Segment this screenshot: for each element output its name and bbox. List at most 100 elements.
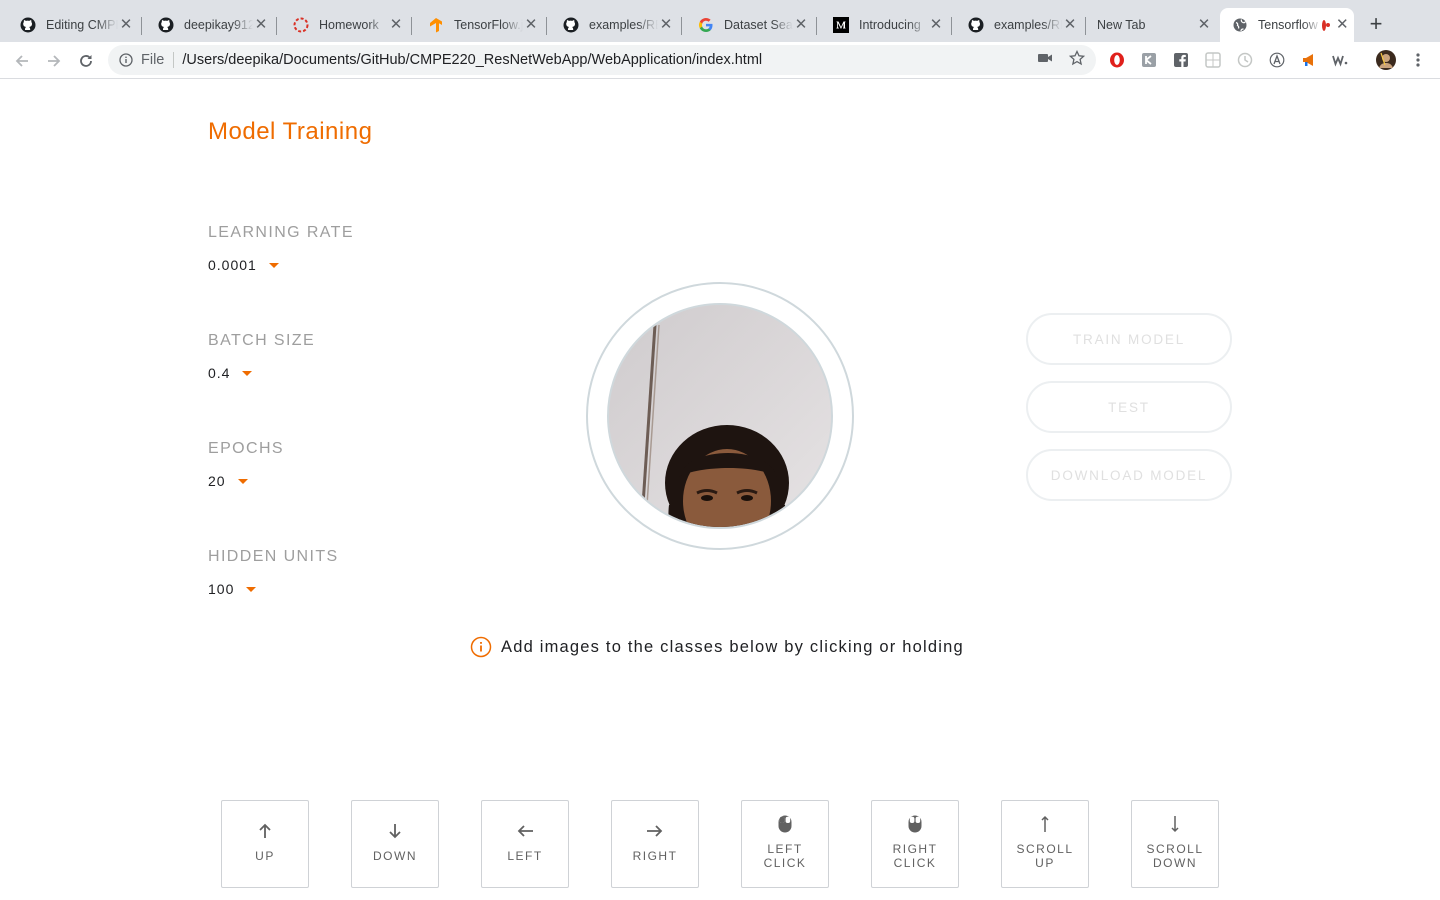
instructions-hint: Add images to the classes below by click… — [470, 636, 964, 658]
tab-editing-cmpe[interactable]: Editing CMPE220 ✕ — [4, 8, 142, 42]
dropdown-caret-icon — [246, 587, 257, 592]
avatar[interactable] — [1376, 50, 1396, 70]
forward-button[interactable] — [43, 50, 65, 72]
facebook-extension-icon[interactable] — [1172, 51, 1190, 69]
tab-title: Editing CMPE220 — [46, 18, 118, 32]
class-down-button[interactable]: DOWN — [351, 800, 439, 888]
info-icon — [470, 636, 492, 658]
kami-extension-icon[interactable] — [1140, 51, 1158, 69]
class-right-click-button[interactable]: RIGHT CLICK — [871, 800, 959, 888]
class-right-button[interactable]: RIGHT — [611, 800, 699, 888]
arrow-right-icon — [646, 821, 664, 841]
close-icon[interactable]: ✕ — [1062, 17, 1078, 33]
close-icon[interactable]: ✕ — [253, 17, 269, 33]
batch-size-label: BATCH SIZE — [208, 332, 316, 349]
globe-icon — [1232, 17, 1248, 33]
close-icon[interactable]: ✕ — [1336, 17, 1349, 33]
url-scheme: File — [141, 52, 165, 68]
camera-icon[interactable] — [1036, 49, 1054, 67]
tab-tensorflow-active[interactable]: Tensorflow ✕ — [1220, 8, 1354, 42]
arrow-up-icon — [258, 821, 272, 841]
learning-rate-value: 0.0001 — [208, 257, 257, 273]
tab-title: Tensorflow — [1258, 18, 1318, 32]
learning-rate-select[interactable]: 0.0001 — [208, 257, 279, 273]
back-button[interactable] — [11, 50, 33, 72]
class-scroll-down-button[interactable]: SCROLL DOWN — [1131, 800, 1219, 888]
new-tab-button[interactable]: + — [1364, 13, 1388, 37]
train-model-button[interactable]: TRAIN MODEL — [1026, 313, 1232, 365]
close-icon[interactable]: ✕ — [523, 17, 539, 33]
class-label: RIGHT — [632, 849, 678, 863]
recording-icon — [1322, 19, 1330, 31]
epochs-value: 20 — [208, 473, 226, 489]
batch-size-value: 0.4 — [208, 365, 231, 381]
arrow-left-icon — [516, 821, 534, 841]
tab-homework[interactable]: Homework ✕ — [277, 8, 412, 42]
epochs-select[interactable]: 20 — [208, 473, 248, 489]
tab-examples-1[interactable]: examples/RE ✕ — [547, 8, 682, 42]
scroll-down-icon — [1170, 814, 1180, 834]
megaphone-extension-icon[interactable] — [1300, 51, 1318, 69]
github-icon — [158, 17, 174, 33]
download-model-button[interactable]: DOWNLOAD MODEL — [1026, 449, 1232, 501]
class-label: LEFT — [507, 849, 543, 863]
tab-deepikay[interactable]: deepikay912 ✕ — [142, 8, 277, 42]
loading-icon — [293, 17, 309, 33]
mouse-left-icon — [778, 814, 792, 834]
w-extension-icon[interactable] — [1332, 51, 1350, 69]
close-icon[interactable]: ✕ — [388, 17, 404, 33]
tab-title: deepikay912 — [184, 18, 253, 32]
class-left-button[interactable]: LEFT — [481, 800, 569, 888]
class-label: LEFT CLICK — [763, 842, 807, 870]
url-text[interactable]: /Users/deepika/Documents/GitHub/CMPE220_… — [182, 52, 762, 68]
webcam-feed — [607, 303, 833, 529]
google-icon — [698, 17, 714, 33]
timer-extension-icon[interactable] — [1236, 51, 1254, 69]
class-label: DOWN — [373, 849, 417, 863]
bookmark-star-icon[interactable] — [1068, 49, 1086, 67]
test-button[interactable]: TEST — [1026, 381, 1232, 433]
class-left-click-button[interactable]: LEFT CLICK — [741, 800, 829, 888]
close-icon[interactable]: ✕ — [118, 17, 134, 33]
class-label: SCROLL DOWN — [1146, 842, 1204, 870]
tab-examples-2[interactable]: examples/RE ✕ — [952, 8, 1086, 42]
close-icon[interactable]: ✕ — [928, 17, 944, 33]
class-label: SCROLL UP — [1016, 842, 1074, 870]
info-icon[interactable] — [119, 53, 133, 67]
back-arrow-icon — [15, 55, 28, 67]
opera-extension-icon[interactable] — [1108, 51, 1126, 69]
class-up-button[interactable]: UP — [221, 800, 309, 888]
close-icon[interactable]: ✕ — [658, 17, 674, 33]
batch-size-select[interactable]: 0.4 — [208, 365, 253, 381]
hidden-units-select[interactable]: 100 — [208, 581, 257, 597]
tab-title: New Tab — [1097, 18, 1146, 32]
class-label: RIGHT CLICK — [892, 842, 938, 870]
epochs-label: EPOCHS — [208, 440, 284, 457]
tab-new-tab[interactable]: New Tab ✕ — [1086, 8, 1220, 42]
class-scroll-up-button[interactable]: SCROLL UP — [1001, 800, 1089, 888]
tab-title: Dataset Search — [724, 18, 793, 32]
github-icon — [563, 17, 579, 33]
kebab-menu-icon[interactable] — [1409, 51, 1427, 69]
close-icon[interactable]: ✕ — [793, 17, 809, 33]
dropdown-caret-icon — [237, 479, 248, 484]
browser-toolbar: File /Users/deepika/Documents/GitHub/CMP… — [0, 42, 1440, 79]
dropdown-caret-icon — [242, 371, 253, 376]
tab-title: TensorFlow.js — [454, 18, 523, 32]
tab-introducing[interactable]: Introducing ✕ — [817, 8, 952, 42]
dropdown-caret-icon — [268, 263, 279, 268]
tab-tensorflow-js[interactable]: TensorFlow.js ✕ — [412, 8, 547, 42]
hint-text: Add images to the classes below by click… — [501, 637, 964, 656]
reload-button[interactable] — [75, 50, 97, 72]
address-bar[interactable]: File /Users/deepika/Documents/GitHub/CMP… — [108, 45, 1096, 75]
tab-dataset-search[interactable]: Dataset Search ✕ — [682, 8, 817, 42]
hidden-units-value: 100 — [208, 581, 235, 597]
hidden-units-label: HIDDEN UNITS — [208, 548, 339, 565]
scroll-up-icon — [1040, 814, 1050, 834]
tensorflow-icon — [428, 17, 444, 33]
close-icon[interactable]: ✕ — [1196, 17, 1212, 33]
tab-title: examples/RE — [589, 18, 658, 32]
a-extension-icon[interactable] — [1268, 51, 1286, 69]
arrow-down-icon — [388, 821, 402, 841]
grid-extension-icon[interactable] — [1204, 51, 1222, 69]
